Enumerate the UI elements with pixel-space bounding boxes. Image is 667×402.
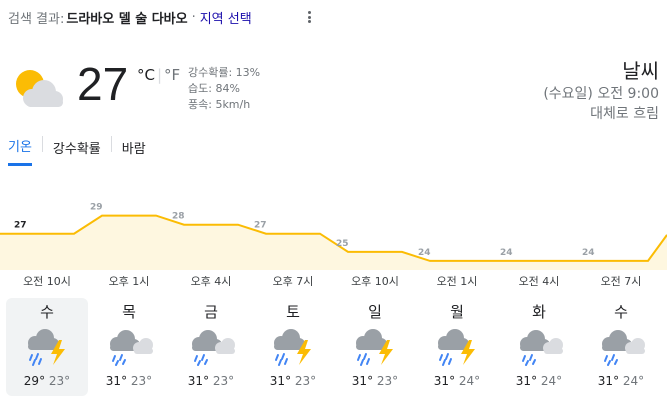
tab-precipitation[interactable]: 강수확률 [53, 136, 101, 165]
day-card[interactable]: 토 31° 23° [252, 298, 334, 396]
unit-toggle: °C | °F [137, 66, 180, 84]
weather-condition: 대체로 흐림 [590, 106, 659, 122]
day-high: 29° [23, 374, 46, 388]
thunderstorm-icon [28, 329, 65, 366]
chart-value-label: 24 [582, 248, 595, 258]
thunderstorm-icon [356, 329, 393, 366]
day-high: 31° [269, 374, 292, 388]
celsius-unit[interactable]: °C [137, 66, 155, 84]
thunderstorm-icon [438, 329, 475, 366]
day-high: 31° [597, 374, 620, 388]
humidity-text: 습도: 84% [188, 82, 240, 95]
location-name: 드라바오 델 술 다바오 [66, 12, 188, 27]
day-temperatures: 31° 23° [188, 374, 234, 388]
day-high: 31° [187, 374, 210, 388]
weather-tabs: 기온 강수확률 바람 [8, 134, 146, 166]
time-label: 오전 10시 [23, 275, 71, 288]
tab-divider [41, 136, 43, 152]
weather-details: 강수확률: 13% 습도: 84% 풍속: 5km/h [188, 65, 260, 113]
search-result-line: 검색 결과: 드라바오 델 술 다바오 · 지역 선택 [8, 8, 252, 27]
tab-divider [110, 136, 112, 152]
day-name: 월 [450, 303, 464, 321]
cloud-rain-icon [602, 330, 645, 366]
chart-value-label: 24 [500, 248, 513, 258]
day-high: 31° [105, 374, 128, 388]
weather-title: 날씨 [622, 59, 659, 83]
day-card[interactable]: 화 31° 24° [498, 298, 580, 396]
day-high: 31° [351, 374, 374, 388]
time-label: 오후 4시 [190, 275, 232, 288]
day-low: 23° [294, 374, 317, 388]
current-temperature: 27 [77, 58, 129, 110]
time-label: 오전 1시 [436, 275, 478, 288]
time-label: 오후 10시 [351, 275, 399, 288]
chart-value-label: 27 [254, 221, 267, 231]
time-label: 오전 7시 [600, 275, 642, 288]
day-card[interactable]: 금 31° 23° [170, 298, 252, 396]
thunderstorm-icon [274, 329, 311, 366]
precipitation-text: 강수확률: 13% [188, 66, 261, 79]
separator-dot: · [191, 10, 196, 25]
cloud-rain-icon [520, 330, 563, 366]
temperature-chart: 27 29 28 27 25 24 24 24 [0, 203, 667, 270]
time-axis: 오전 10시 오후 1시 오후 4시 오후 7시 오후 10시 오전 1시 오전 4시 오전 … [0, 273, 667, 289]
partly-cloudy-icon [16, 70, 63, 107]
day-temperatures: 31° 23° [352, 374, 398, 388]
day-temperatures: 29° 23° [24, 374, 70, 388]
day-low: 24° [540, 374, 563, 388]
cloud-rain-icon [110, 330, 153, 366]
search-prefix: 검색 결과: [8, 12, 65, 27]
day-name: 토 [286, 303, 300, 321]
wind-text: 풍속: 5km/h [188, 98, 251, 111]
time-label: 오전 4시 [518, 275, 560, 288]
chart-value-label: 28 [172, 212, 185, 222]
day-low: 24° [622, 374, 645, 388]
tab-wind[interactable]: 바람 [122, 136, 146, 165]
day-low: 24° [458, 374, 481, 388]
fahrenheit-unit[interactable]: °F [164, 66, 180, 84]
daily-forecast: 수 29° 23° 목 31° 23° 금 31° 23° 토 31° 23° … [6, 298, 662, 396]
day-card[interactable]: 수 29° 23° [6, 298, 88, 396]
chart-value-label: 29 [90, 203, 103, 213]
day-name: 화 [532, 303, 546, 321]
time-label: 오후 7시 [272, 275, 314, 288]
chart-value-label: 25 [336, 239, 349, 249]
day-low: 23° [48, 374, 71, 388]
day-name: 수 [40, 303, 54, 321]
day-card[interactable]: 수 31° 24° [580, 298, 662, 396]
unit-separator: | [156, 66, 163, 84]
more-options-icon[interactable] [303, 9, 315, 25]
day-card[interactable]: 월 31° 24° [416, 298, 498, 396]
day-temperatures: 31° 24° [434, 374, 480, 388]
day-name: 일 [368, 303, 382, 321]
weather-header: 날씨 (수요일) 오전 9:00 대체로 흐림 [543, 58, 659, 124]
day-temperatures: 31° 23° [270, 374, 316, 388]
day-low: 23° [130, 374, 153, 388]
day-temperatures: 31° 23° [106, 374, 152, 388]
day-card[interactable]: 목 31° 23° [88, 298, 170, 396]
day-name: 목 [122, 303, 136, 321]
chart-value-label: 27 [14, 221, 27, 231]
day-high: 31° [433, 374, 456, 388]
day-name: 수 [614, 303, 628, 321]
time-label: 오후 1시 [108, 275, 150, 288]
cloud-rain-icon [192, 330, 235, 366]
choose-region-link[interactable]: 지역 선택 [200, 8, 252, 27]
day-low: 23° [376, 374, 399, 388]
weather-datetime: (수요일) 오전 9:00 [543, 86, 659, 102]
day-low: 23° [212, 374, 235, 388]
tab-temperature[interactable]: 기온 [8, 134, 32, 166]
chart-value-label: 24 [418, 248, 431, 258]
day-card[interactable]: 일 31° 23° [334, 298, 416, 396]
day-name: 금 [204, 303, 218, 321]
day-temperatures: 31° 24° [516, 374, 562, 388]
day-temperatures: 31° 24° [598, 374, 644, 388]
day-high: 31° [515, 374, 538, 388]
